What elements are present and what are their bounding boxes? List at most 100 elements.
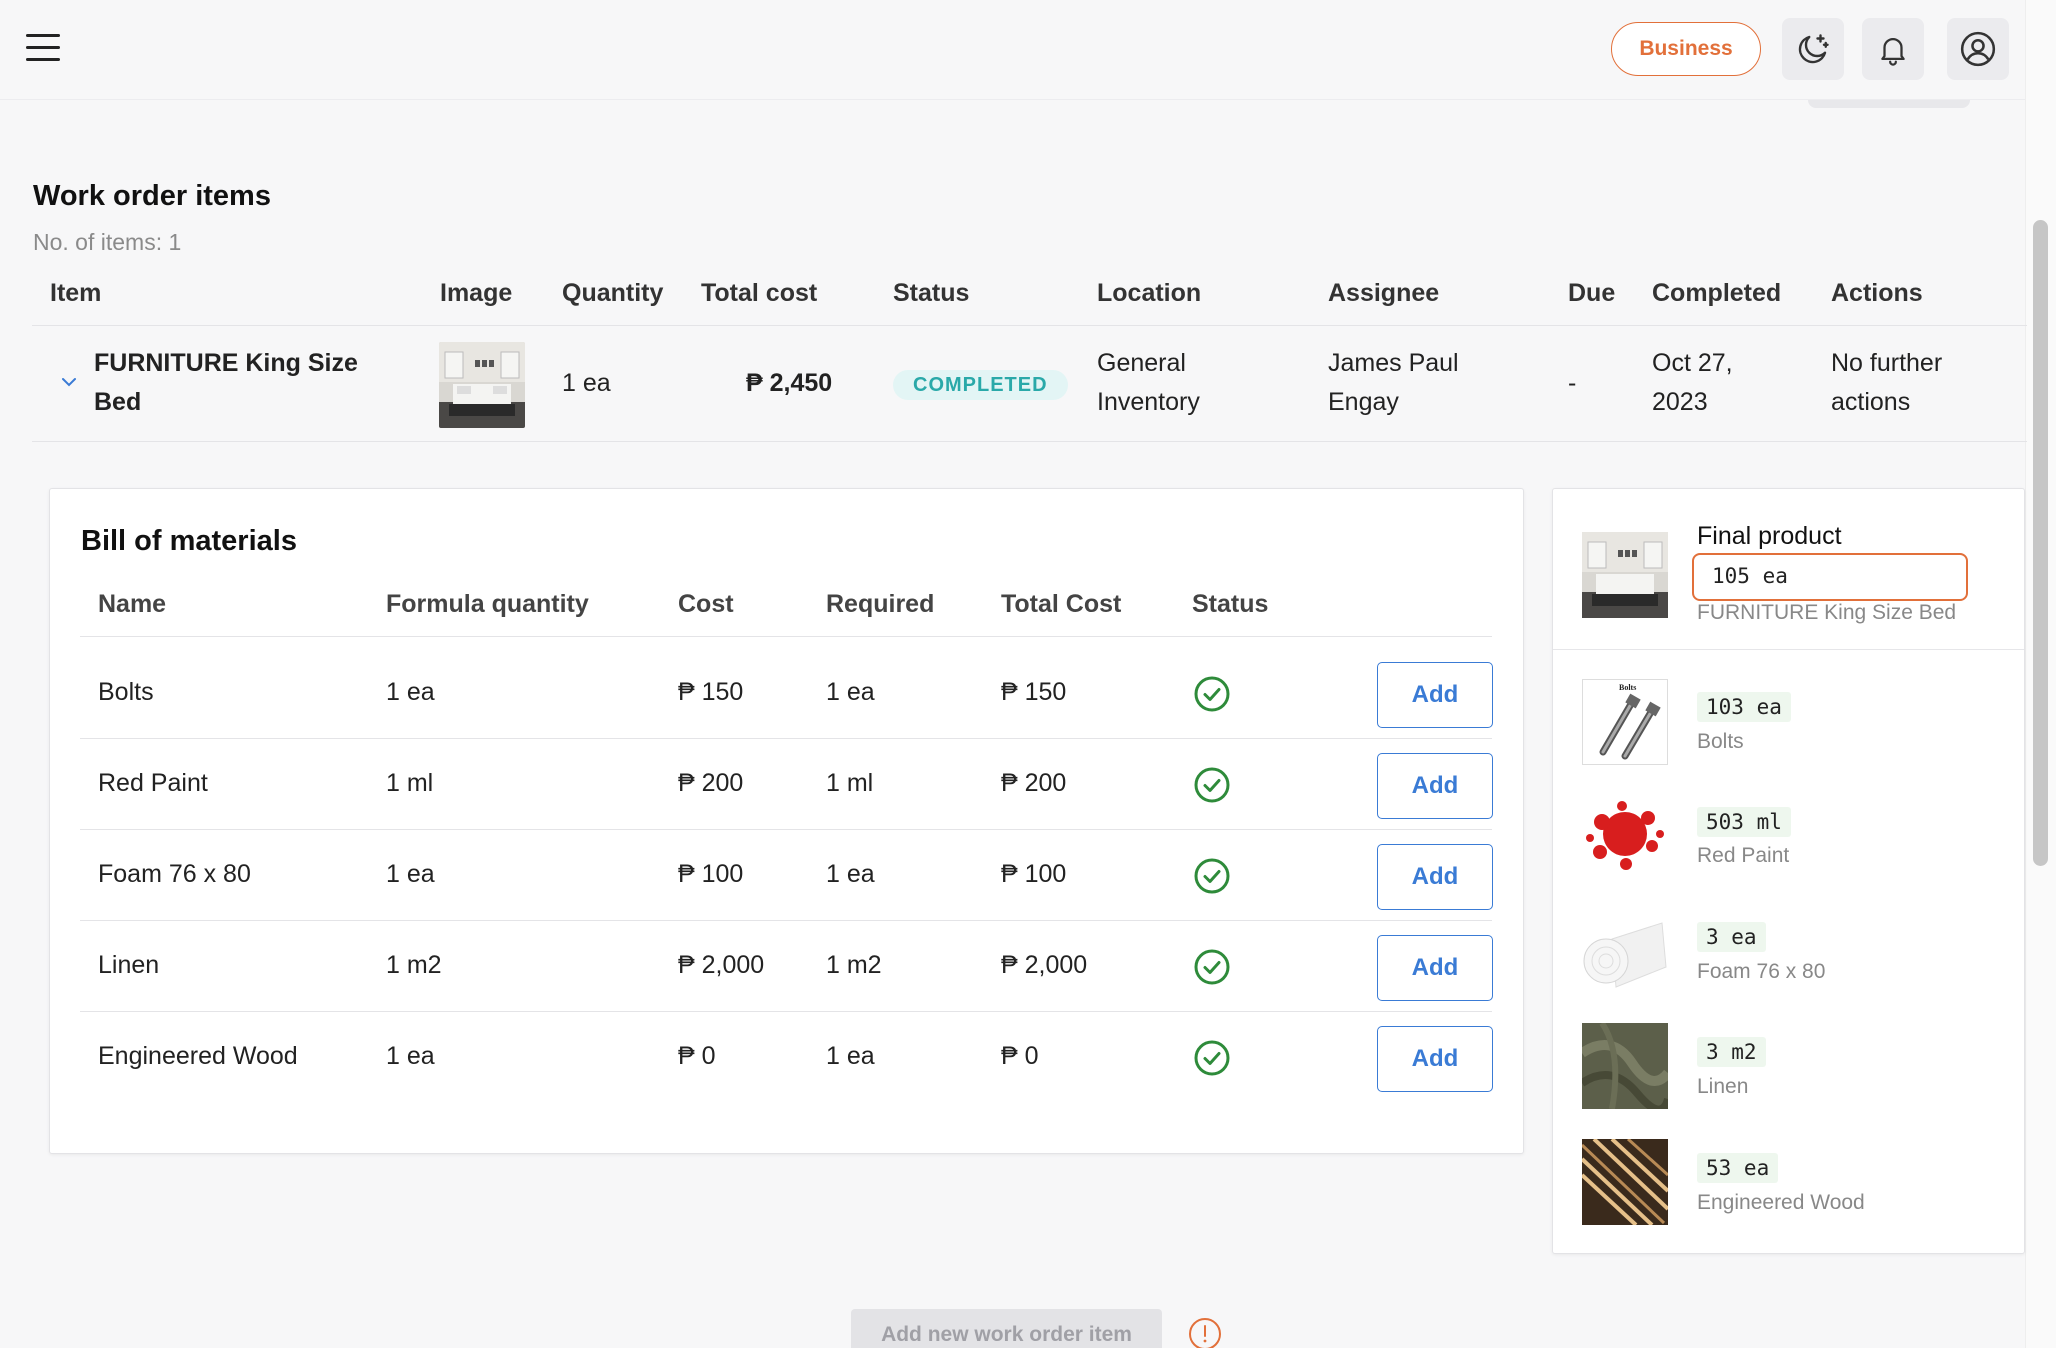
top-bar: Business bbox=[0, 0, 2025, 100]
actions-line2: actions bbox=[1831, 388, 1911, 416]
assignee-line2: Engay bbox=[1328, 388, 1399, 416]
completed-line1: Oct 27, bbox=[1652, 349, 1733, 377]
theme-toggle-button[interactable] bbox=[1782, 18, 1844, 80]
work-order-table-header: Item Image Quantity Total cost Status Lo… bbox=[32, 268, 2027, 326]
stock-summary-card: Final product 105 ea FURNITURE King Size… bbox=[1552, 488, 2025, 1254]
bom-row: Bolts 1 ea ₱ 150 1 ea ₱ 150 Add bbox=[80, 648, 1493, 739]
bom-cost: ₱ 200 bbox=[678, 769, 744, 797]
linen-name: Linen bbox=[1697, 1075, 1749, 1098]
divider bbox=[1553, 649, 2024, 650]
actions-line1: No further bbox=[1831, 349, 1943, 377]
completed-line2: 2023 bbox=[1652, 388, 1708, 416]
foam-image bbox=[1582, 909, 1668, 995]
add-button[interactable]: Add bbox=[1377, 935, 1493, 1001]
check-circle-icon bbox=[1194, 676, 1230, 712]
foam-qty: 3 ea bbox=[1697, 922, 1766, 952]
engineered-wood-qty: 53 ea bbox=[1697, 1153, 1779, 1183]
work-order-title: Work order items bbox=[33, 180, 271, 212]
col-status: Status bbox=[893, 279, 970, 307]
bom-col-total-cost: Total Cost bbox=[1001, 590, 1122, 618]
bom-name: Linen bbox=[98, 951, 160, 979]
bed-thumbnail bbox=[439, 342, 525, 428]
notifications-button[interactable] bbox=[1862, 18, 1924, 80]
bom-row: Linen 1 m2 ₱ 2,000 1 m2 ₱ 2,000 Add bbox=[80, 921, 1493, 1012]
bom-col-formula-qty: Formula quantity bbox=[386, 590, 589, 618]
bom-cost: ₱ 0 bbox=[678, 1042, 716, 1070]
bolts-image: Bolts bbox=[1582, 679, 1668, 765]
add-button[interactable]: Add bbox=[1377, 1026, 1493, 1092]
add-button[interactable]: Add bbox=[1377, 844, 1493, 910]
bom-name: Engineered Wood bbox=[98, 1042, 298, 1070]
item-link[interactable]: FURNITURE King Size Bed bbox=[94, 344, 358, 422]
bom-total-cost: ₱ 2,000 bbox=[1001, 951, 1088, 979]
bom-row: Engineered Wood 1 ea ₱ 0 1 ea ₱ 0 Add bbox=[80, 1012, 1493, 1103]
add-work-order-item-button[interactable]: Add new work order item bbox=[851, 1309, 1162, 1348]
assignee-cell: James Paul Engay bbox=[1328, 344, 1459, 422]
bom-required: 1 ea bbox=[826, 678, 875, 706]
bom-required: 1 m2 bbox=[826, 951, 882, 979]
bom-name: Bolts bbox=[98, 678, 154, 706]
status-badge: COMPLETED bbox=[893, 370, 1068, 400]
actions-cell: No further actions bbox=[1831, 344, 1942, 422]
bom-total-cost: ₱ 200 bbox=[1001, 769, 1067, 797]
bom-formula-qty: 1 ea bbox=[386, 678, 435, 706]
bom-total-cost: ₱ 150 bbox=[1001, 678, 1067, 706]
col-image: Image bbox=[440, 279, 513, 307]
check-circle-icon bbox=[1194, 1040, 1230, 1076]
bell-icon bbox=[1881, 38, 1905, 66]
business-button[interactable]: Business bbox=[1611, 22, 1761, 76]
bom-required: 1 ea bbox=[826, 860, 875, 888]
check-circle-icon bbox=[1194, 858, 1230, 894]
final-product-image bbox=[1582, 532, 1668, 618]
chevron-down-icon[interactable] bbox=[60, 376, 78, 388]
red-paint-image bbox=[1582, 794, 1668, 880]
red-paint-qty: 503 ml bbox=[1697, 807, 1791, 837]
red-paint-name: Red Paint bbox=[1697, 844, 1790, 867]
bom-total-cost: ₱ 0 bbox=[1001, 1042, 1039, 1070]
item-name-line1: FURNITURE King Size bbox=[94, 349, 358, 377]
bom-formula-qty: 1 ea bbox=[386, 860, 435, 888]
hamburger-menu-icon[interactable] bbox=[26, 34, 60, 62]
bom-col-cost: Cost bbox=[678, 590, 734, 618]
item-name-line2: Bed bbox=[94, 388, 142, 416]
foam-name: Foam 76 x 80 bbox=[1697, 960, 1826, 983]
item-count: No. of items: 1 bbox=[33, 229, 182, 255]
bom-row: Foam 76 x 80 1 ea ₱ 100 1 ea ₱ 100 Add bbox=[80, 830, 1493, 921]
user-icon bbox=[1960, 31, 1996, 67]
scrollbar-thumb[interactable] bbox=[2033, 220, 2048, 866]
bom-col-status: Status bbox=[1192, 590, 1269, 618]
table-row: FURNITURE King Size Bed 1 ea ₱ 2,450 COM… bbox=[32, 326, 2027, 442]
col-total-cost: Total cost bbox=[701, 279, 818, 307]
add-button[interactable]: Add bbox=[1377, 753, 1493, 819]
engineered-wood-image bbox=[1582, 1139, 1668, 1225]
quantity-cell: 1 ea bbox=[562, 369, 611, 397]
col-assignee: Assignee bbox=[1328, 279, 1440, 307]
col-completed: Completed bbox=[1652, 279, 1782, 307]
linen-image bbox=[1582, 1023, 1668, 1109]
col-actions: Actions bbox=[1831, 279, 1923, 307]
bom-cost: ₱ 2,000 bbox=[678, 951, 765, 979]
engineered-wood-name: Engineered Wood bbox=[1697, 1191, 1865, 1214]
col-item: Item bbox=[50, 279, 102, 307]
bom-row: Red Paint 1 ml ₱ 200 1 ml ₱ 200 Add bbox=[80, 739, 1493, 830]
collapsed-tab bbox=[1808, 100, 1970, 108]
final-product-label: Final product bbox=[1697, 522, 1842, 550]
bom-formula-qty: 1 m2 bbox=[386, 951, 442, 979]
bom-table-header: Name Formula quantity Cost Required Tota… bbox=[80, 589, 1492, 637]
bolts-name: Bolts bbox=[1697, 730, 1744, 753]
check-circle-icon bbox=[1194, 949, 1230, 985]
col-due: Due bbox=[1568, 279, 1616, 307]
due-cell: - bbox=[1568, 369, 1577, 397]
bom-name: Foam 76 x 80 bbox=[98, 860, 251, 888]
bom-col-name: Name bbox=[98, 590, 167, 618]
work-order-table: Item Image Quantity Total cost Status Lo… bbox=[32, 268, 2027, 442]
add-button[interactable]: Add bbox=[1377, 662, 1493, 728]
final-product-qty: 105 ea bbox=[1703, 561, 1797, 591]
bill-of-materials-card: Bill of materials Name Formula quantity … bbox=[49, 488, 1524, 1154]
bom-required: 1 ea bbox=[826, 1042, 875, 1070]
bom-formula-qty: 1 ea bbox=[386, 1042, 435, 1070]
account-button[interactable] bbox=[1947, 18, 2009, 80]
moon-icon bbox=[1798, 34, 1829, 64]
col-location: Location bbox=[1097, 279, 1202, 307]
bom-cost: ₱ 150 bbox=[678, 678, 744, 706]
